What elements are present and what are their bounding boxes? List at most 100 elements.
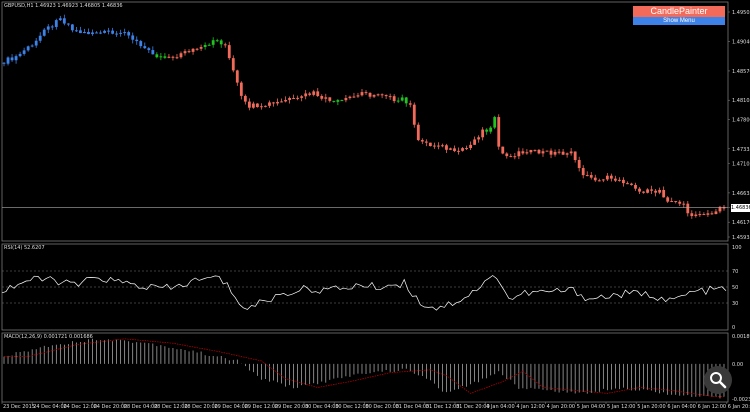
candle-body: [336, 100, 340, 102]
candle-body: [30, 45, 34, 47]
candle-body: [127, 32, 131, 36]
time-axis-label: 5 Jan 20:00: [637, 404, 665, 410]
candle-body: [223, 44, 227, 46]
candle-body: [706, 213, 710, 215]
price-axis-label: 1.48105: [732, 98, 750, 104]
trading-chart[interactable]: 1.49505 1.49040 1.48570 1.48105 1.47800 1.473…: [0, 0, 750, 412]
candle-body: [493, 117, 497, 128]
candle-body: [658, 189, 662, 193]
candle-body: [235, 70, 239, 83]
candle-body: [292, 97, 296, 99]
candle-body: [589, 175, 593, 178]
macd-signal-line: [4, 338, 725, 398]
candle-body: [34, 40, 38, 46]
price-axis-label: 1.49040: [732, 39, 750, 45]
candle-body: [569, 151, 573, 154]
candle-body: [251, 103, 255, 108]
price-axis-label: 1.48570: [732, 69, 750, 75]
candle-body: [404, 97, 408, 104]
candle-body: [99, 32, 102, 34]
candle-body: [416, 124, 420, 141]
price-axis-label: 1.49505: [732, 10, 750, 16]
candle-body: [457, 150, 460, 152]
candle-body: [14, 56, 18, 61]
candle-body: [622, 179, 625, 184]
candle-body: [473, 139, 477, 145]
candle-body: [553, 151, 557, 155]
candle-body: [260, 106, 263, 108]
candle-body: [682, 203, 686, 205]
time-axis-label: 4 Jan 20:00: [547, 404, 575, 410]
rsi-axis-label: 30: [732, 301, 738, 307]
candle-body: [461, 148, 464, 151]
candle-body: [135, 39, 139, 42]
candle-body: [340, 100, 344, 102]
candle-body: [364, 92, 368, 94]
candle-body: [686, 203, 690, 214]
candle-body: [581, 168, 585, 176]
candle-body: [690, 213, 694, 217]
candle-body: [509, 156, 513, 158]
rsi-axis-label: 50: [732, 285, 738, 291]
candle-body: [432, 145, 436, 147]
candle-body: [481, 129, 485, 138]
candle-body: [227, 45, 231, 59]
candle-body: [577, 160, 581, 169]
candle-body: [231, 58, 235, 71]
magnifier-zoom-icon[interactable]: [704, 366, 732, 394]
candle-painter-title: CandlePainter: [633, 6, 725, 17]
candle-body: [163, 56, 167, 58]
time-axis-label: 29 Dec 12:00: [245, 404, 279, 410]
candle-body: [445, 145, 448, 150]
candle-body: [501, 146, 505, 154]
candle-body: [573, 151, 577, 161]
candle-body: [10, 57, 14, 61]
price-axis-label: 1.47800: [732, 117, 750, 123]
candle-body: [400, 97, 404, 101]
candle-body: [131, 35, 135, 40]
candle-body: [256, 103, 259, 108]
time-axis-label: 29 Dec 04:00: [214, 404, 248, 410]
candle-body: [670, 201, 674, 203]
candle-body: [497, 117, 501, 147]
candle-body: [66, 23, 70, 25]
candle-body: [529, 150, 533, 153]
candle-body: [83, 31, 86, 34]
candle-body: [360, 92, 364, 96]
candle-body: [91, 32, 94, 35]
candle-body: [320, 95, 324, 99]
rsi-line: [1, 275, 727, 311]
time-axis-label: 28 Dec 20:00: [184, 404, 218, 410]
candle-body: [26, 46, 30, 51]
candle-body: [609, 175, 613, 179]
candle-body: [485, 129, 489, 132]
candle-body: [183, 51, 187, 54]
candle-body: [541, 151, 545, 154]
candle-body: [678, 201, 682, 204]
candle-body: [437, 145, 440, 147]
candle-body: [662, 189, 666, 198]
candle-body: [465, 148, 468, 150]
candle-body: [300, 96, 304, 98]
candle-body: [211, 40, 215, 45]
show-menu-button[interactable]: Show Menu: [633, 17, 725, 25]
candle-body: [545, 150, 549, 152]
candle-body: [75, 30, 78, 32]
candle-body: [155, 54, 159, 58]
candle-body: [151, 50, 155, 55]
candle-body: [505, 153, 509, 157]
candle-body: [159, 56, 163, 58]
candle-body: [654, 190, 658, 193]
candle-body: [107, 30, 110, 32]
candle-body: [388, 96, 392, 98]
price-axis-label: 1.46635: [732, 191, 750, 197]
candle-body: [408, 103, 412, 105]
candle-body: [412, 104, 416, 125]
candle-body: [537, 149, 541, 154]
main-panel-title: GBPUSD,H1 1.46923 1.46923 1.46805 1.4683…: [4, 3, 123, 9]
candle-body: [420, 140, 424, 142]
time-axis-label: 28 Dec 12:00: [154, 404, 188, 410]
candle-body: [316, 91, 320, 96]
candle-body: [469, 144, 472, 149]
time-axis-label: 28 Dec 04:00: [124, 404, 158, 410]
